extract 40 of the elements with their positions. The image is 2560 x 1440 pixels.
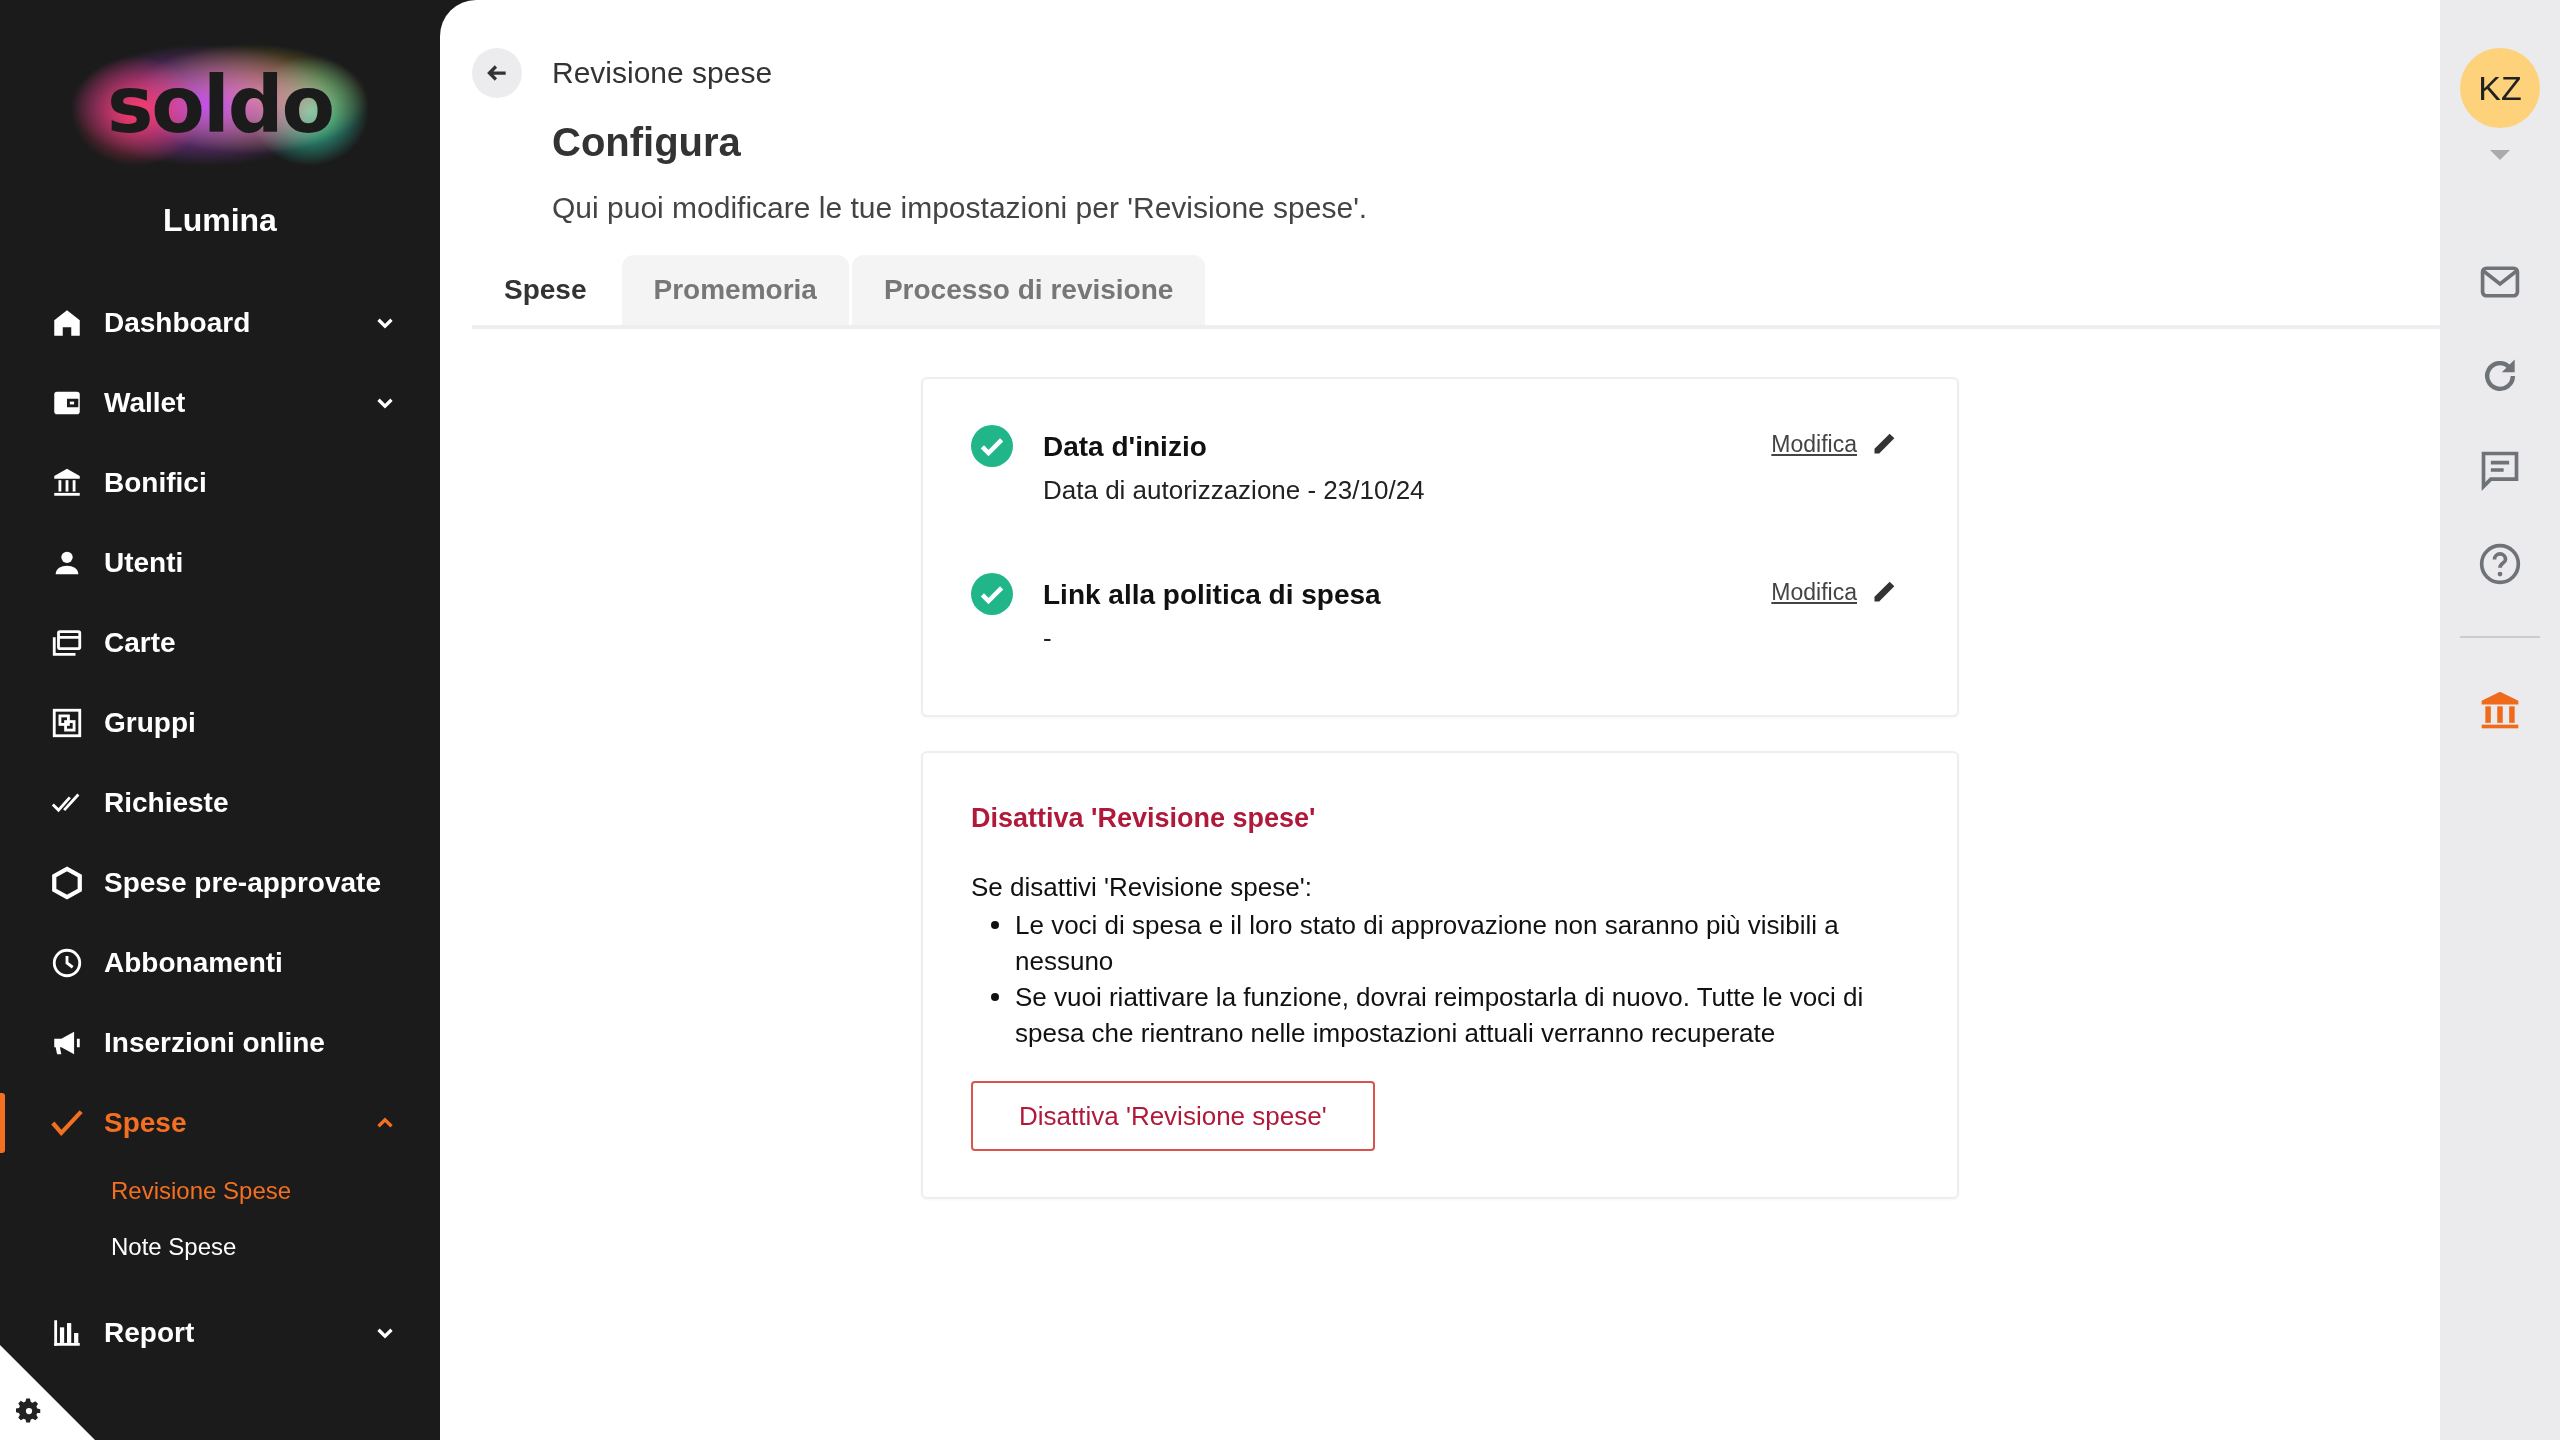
bullet-text: Se vuoi riattivare la funzione, dovrai reimpostarla di nuovo. Tutte le voci di spesa che rientrano nelle impostazioni attuali verranno recuperate [1015,981,1865,1050]
nav-item[interactable]: Wallet [0,363,440,443]
tab[interactable]: Processo di revisione [851,255,1206,325]
nav-item[interactable]: Report [0,1293,440,1373]
setting-value: Data di autorizzazione - 23/10/24 [1043,475,1426,506]
help-icon[interactable] [2478,542,2522,586]
bullet-icon [991,921,999,929]
setting-title: Link alla politica di spesa [1043,579,1382,611]
nav-item[interactable]: Bonifici [0,443,440,523]
nav-subitem[interactable]: Note Spese [0,1219,440,1275]
section-title: Disattiva 'Revisione spese' [971,803,1317,834]
edit-link[interactable]: Modifica [1771,579,1857,606]
intro-text: Se disattivi 'Revisione spese': [971,872,1313,903]
group-icon [50,706,84,740]
nav-item[interactable]: Richieste [0,763,440,843]
setting-value: - [1043,623,1053,654]
logo: soldo [70,44,370,166]
nav-item[interactable]: Spese pre-approvate [0,843,440,923]
breadcrumb: Revisione spese [552,56,773,90]
company-name: Lumina [162,201,278,240]
nav-item[interactable]: Spese [0,1083,440,1163]
nav-item[interactable]: Dashboard [0,283,440,363]
nav-subitem[interactable]: Revisione Spese [0,1163,440,1219]
nav-item[interactable]: Gruppi [0,683,440,763]
bullet-icon [991,993,999,1001]
nav-item[interactable]: Inserzioni online [0,1003,440,1083]
avatar[interactable]: KZ [2460,48,2540,128]
clock-icon [50,946,84,980]
page-description: Qui puoi modificare le tue impostazioni per 'Revisione spese'. [552,191,1369,225]
edit-link[interactable]: Modifica [1771,431,1857,458]
page-title: Configura [552,120,742,165]
deactivate-button[interactable]: Disattiva 'Revisione spese' [971,1081,1375,1151]
setting-title: Data d'inizio [1043,431,1208,463]
tab[interactable]: Promemoria [621,255,849,325]
nav-item[interactable]: Abbonamenti [0,923,440,1003]
bullet-text: Le voci di spesa e il loro stato di approvazione non saranno più visibili a nessuno [1015,909,1840,978]
back-button[interactable] [472,48,522,98]
nav-item[interactable]: Carte [0,603,440,683]
nav-item[interactable]: Utenti [0,523,440,603]
hexagon-icon [50,866,84,900]
